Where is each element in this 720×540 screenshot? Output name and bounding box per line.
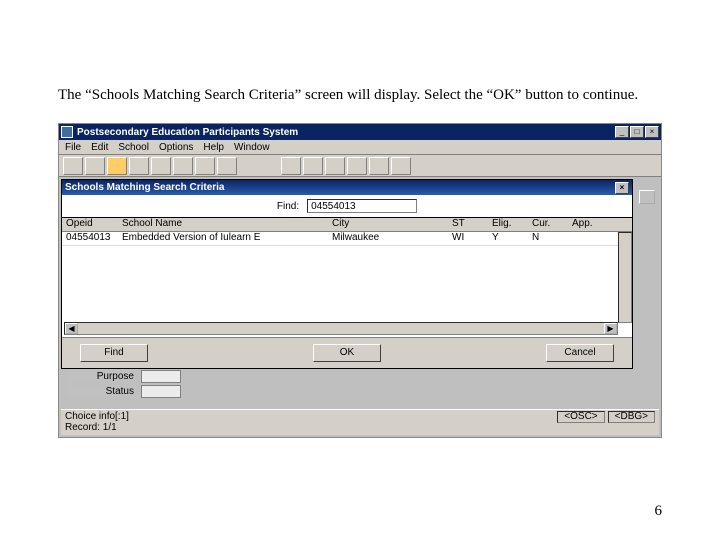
cell-app [572, 232, 612, 245]
toolbar-icon[interactable] [173, 157, 193, 175]
toolbar-icon[interactable] [195, 157, 215, 175]
menu-window[interactable]: Window [234, 142, 270, 153]
dialog-buttons: Find OK Cancel [62, 337, 632, 368]
grid-vscroll[interactable] [618, 232, 632, 323]
toolbar-icon[interactable] [281, 157, 301, 175]
cell-school-name: Embedded Version of Iulearn E [122, 232, 332, 245]
toolbar-icon[interactable] [303, 157, 323, 175]
toolbar-icon[interactable] [391, 157, 411, 175]
toolbar-icon[interactable] [107, 157, 127, 175]
status-line1: Choice info[:1] [65, 411, 129, 422]
toolbar-icon[interactable] [347, 157, 367, 175]
find-input[interactable]: 04554013 [307, 199, 417, 213]
status-dbg: <DBG> [608, 411, 655, 423]
statusbar: Choice info[:1] Record: 1/1 <OSC> <DBG> [61, 409, 659, 435]
ok-button[interactable]: OK [313, 344, 381, 362]
menu-options[interactable]: Options [159, 142, 193, 153]
toolbar-icon[interactable] [63, 157, 83, 175]
cell-cur: N [532, 232, 572, 245]
menu-school[interactable]: School [118, 142, 149, 153]
results-grid: Opeid School Name City ST Elig. Cur. App… [62, 217, 632, 337]
toolbar-icon[interactable] [151, 157, 171, 175]
find-label: Find: [277, 201, 299, 212]
menu-help[interactable]: Help [203, 142, 224, 153]
toolbar-icon[interactable] [325, 157, 345, 175]
search-dialog: Schools Matching Search Criteria × Find:… [61, 179, 633, 369]
toolbar [59, 155, 661, 177]
menu-file[interactable]: File [65, 142, 81, 153]
toolbar-icon[interactable] [85, 157, 105, 175]
app-title: Postsecondary Education Participants Sys… [77, 127, 615, 138]
scroll-right-icon[interactable]: ▶ [604, 323, 617, 334]
toolbar-icon[interactable] [217, 157, 237, 175]
dialog-titlebar: Schools Matching Search Criteria × [62, 180, 632, 195]
menu-edit[interactable]: Edit [91, 142, 108, 153]
find-row: Find: 04554013 [62, 195, 632, 217]
cell-opeid: 04554013 [62, 232, 122, 245]
page-number: 6 [655, 503, 663, 520]
status-label: Status [67, 386, 137, 397]
screenshot-container: Postsecondary Education Participants Sys… [58, 123, 662, 438]
cancel-button[interactable]: Cancel [546, 344, 614, 362]
toolbar-icon[interactable] [369, 157, 389, 175]
col-app[interactable]: App. [572, 218, 612, 231]
minimize-button[interactable]: _ [615, 126, 629, 138]
col-city[interactable]: City [332, 218, 452, 231]
cell-city: Milwaukee [332, 232, 452, 245]
scroll-left-icon[interactable]: ◀ [65, 323, 78, 334]
status-osc: <OSC> [557, 411, 604, 423]
cell-elig: Y [492, 232, 532, 245]
bg-labels: Purpose Status [67, 369, 181, 399]
status-line2: Record: 1/1 [65, 422, 129, 433]
grid-hscroll[interactable]: ◀ ▶ [64, 322, 618, 335]
col-opeid[interactable]: Opeid [62, 218, 122, 231]
cell-st: WI [452, 232, 492, 245]
status-field[interactable] [141, 385, 181, 398]
table-row[interactable]: 04554013 Embedded Version of Iulearn E M… [62, 232, 632, 246]
instruction-text: The “Schools Matching Search Criteria” s… [58, 85, 662, 105]
dialog-close-button[interactable]: × [615, 182, 629, 194]
col-st[interactable]: ST [452, 218, 492, 231]
zip-lookup-button[interactable] [639, 190, 655, 204]
col-cur[interactable]: Cur. [532, 218, 572, 231]
dialog-title: Schools Matching Search Criteria [65, 182, 615, 193]
app-titlebar: Postsecondary Education Participants Sys… [59, 124, 661, 140]
col-school-name[interactable]: School Name [122, 218, 332, 231]
app-icon [61, 126, 73, 138]
toolbar-icon[interactable] [129, 157, 149, 175]
close-button[interactable]: × [645, 126, 659, 138]
find-button[interactable]: Find [80, 344, 148, 362]
grid-header: Opeid School Name City ST Elig. Cur. App… [62, 218, 632, 232]
purpose-field[interactable] [141, 370, 181, 383]
menubar: File Edit School Options Help Window [59, 140, 661, 155]
maximize-button[interactable]: □ [630, 126, 644, 138]
col-elig[interactable]: Elig. [492, 218, 532, 231]
purpose-label: Purpose [67, 371, 137, 382]
